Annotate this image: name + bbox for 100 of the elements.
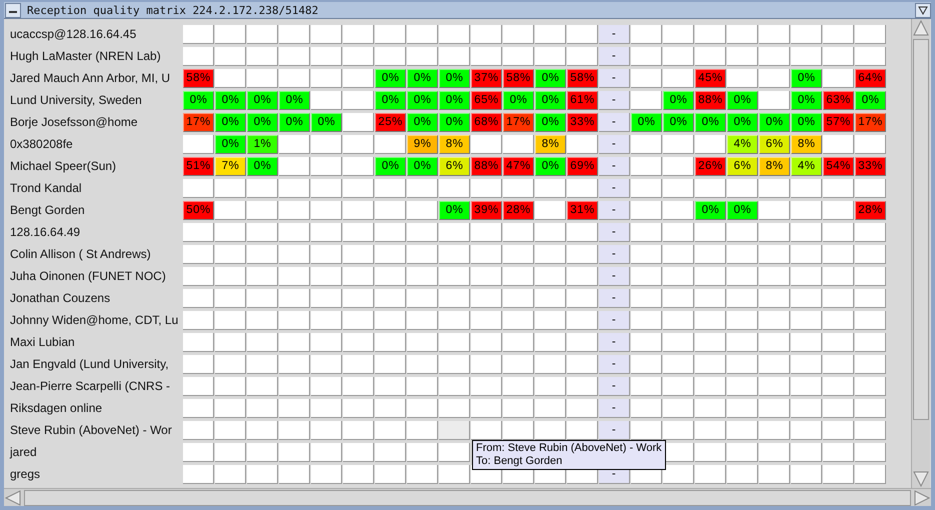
quality-cell: 1%: [247, 134, 278, 154]
participant-name: Jonathan Couzens: [9, 291, 112, 305]
self-cell: -: [599, 266, 630, 286]
self-cell: -: [599, 288, 630, 308]
participant-name: Riksdagen online: [9, 401, 104, 415]
quality-cell: 0%: [247, 156, 278, 176]
tooltip-text: To: Bengt Gorden: [476, 455, 564, 468]
quality-cell: 0%: [311, 112, 342, 132]
participant-name: Michael Speer(Sun): [9, 159, 118, 173]
quality-cell: 0%: [727, 112, 758, 132]
participant-name: Colin Allison ( St Andrews): [9, 247, 152, 261]
self-cell: -: [599, 178, 630, 198]
quality-cell: 0%: [759, 112, 790, 132]
self-cell: -: [599, 200, 630, 220]
quality-cell: 4%: [791, 156, 822, 176]
quality-cell: 39%: [471, 200, 502, 220]
quality-cell: 61%: [567, 90, 598, 110]
quality-cell: 28%: [855, 200, 886, 220]
quality-cell: 0%: [407, 68, 438, 88]
self-cell: -: [599, 222, 630, 242]
self-cell: -: [599, 376, 630, 396]
quality-cell: 0%: [855, 90, 886, 110]
quality-cell: 0%: [727, 200, 758, 220]
quality-cell: 33%: [567, 112, 598, 132]
quality-cell: 0%: [247, 90, 278, 110]
quality-cell: 58%: [503, 68, 534, 88]
quality-cell: 7%: [215, 156, 246, 176]
self-cell: -: [599, 156, 630, 176]
quality-cell: 0%: [535, 68, 566, 88]
participant-name: Maxi Lubian: [9, 335, 76, 349]
quality-cell: 0%: [215, 112, 246, 132]
participant-name: Steve Rubin (AboveNet) - Wor: [9, 423, 173, 437]
self-cell: -: [599, 112, 630, 132]
quality-cell: 0%: [535, 90, 566, 110]
quality-cell: 0%: [215, 134, 246, 154]
quality-cell: 0%: [503, 90, 534, 110]
quality-cell: 9%: [407, 134, 438, 154]
quality-cell: 57%: [823, 112, 854, 132]
quality-cell: 45%: [695, 68, 726, 88]
quality-cell: 33%: [855, 156, 886, 176]
participant-name: Jared Mauch Ann Arbor, MI, U: [9, 71, 172, 85]
quality-cell: 51%: [183, 156, 214, 176]
quality-cell: 37%: [471, 68, 502, 88]
quality-cell: 0%: [439, 200, 470, 220]
participant-name: Bengt Gorden: [9, 203, 86, 217]
quality-cell: 0%: [727, 90, 758, 110]
quality-cell: 0%: [791, 112, 822, 132]
participant-name: Borje Josefsson@home: [9, 115, 139, 129]
quality-cell: 0%: [215, 90, 246, 110]
quality-cell: 0%: [375, 68, 406, 88]
quality-cell: 69%: [567, 156, 598, 176]
participant-name: 128.16.64.49: [9, 225, 82, 239]
self-cell: -: [599, 46, 630, 66]
tooltip-text: From: Steve Rubin (AboveNet) - Work: [476, 442, 662, 455]
quality-cell: 54%: [823, 156, 854, 176]
self-cell: -: [599, 354, 630, 374]
quality-cell: 0%: [791, 90, 822, 110]
participant-name: Jan Engvald (Lund University,: [9, 357, 170, 371]
quality-cell: 0%: [791, 68, 822, 88]
self-cell: -: [599, 310, 630, 330]
quality-cell: 0%: [695, 112, 726, 132]
quality-cell: 68%: [471, 112, 502, 132]
quality-cell: 58%: [567, 68, 598, 88]
quality-cell: 0%: [279, 90, 310, 110]
quality-cell: 0%: [375, 156, 406, 176]
quality-cell: 0%: [663, 112, 694, 132]
window-title: Reception quality matrix 224.2.172.238/51482: [27, 4, 318, 16]
participant-name: Lund University, Sweden: [9, 93, 143, 107]
quality-cell: 8%: [791, 134, 822, 154]
participant-name: ucaccsp@128.16.64.45: [9, 27, 138, 41]
quality-cell: 0%: [439, 68, 470, 88]
quality-cell: 25%: [375, 112, 406, 132]
self-cell: -: [599, 68, 630, 88]
participant-name: Trond Kandal: [9, 181, 83, 195]
quality-cell: 0%: [631, 112, 662, 132]
participant-name: gregs: [9, 467, 42, 481]
quality-cell: 50%: [183, 200, 214, 220]
self-cell: -: [599, 24, 630, 44]
quality-cell: 0%: [439, 90, 470, 110]
quality-cell: 17%: [503, 112, 534, 132]
quality-cell: 28%: [503, 200, 534, 220]
quality-cell: 58%: [183, 68, 214, 88]
self-cell: -: [599, 90, 630, 110]
quality-cell: 0%: [375, 90, 406, 110]
quality-cell: 6%: [727, 156, 758, 176]
quality-cell: 31%: [567, 200, 598, 220]
quality-cell: 88%: [471, 156, 502, 176]
participant-name: 0x380208fe: [9, 137, 74, 151]
quality-cell: 0%: [535, 156, 566, 176]
quality-cell: 47%: [503, 156, 534, 176]
quality-cell: 0%: [663, 90, 694, 110]
quality-cell: 17%: [183, 112, 214, 132]
self-cell: -: [599, 332, 630, 352]
quality-cell: 26%: [695, 156, 726, 176]
participant-name: Juha Oinonen (FUNET NOC): [9, 269, 167, 283]
quality-cell: 6%: [759, 134, 790, 154]
quality-cell: 0%: [407, 90, 438, 110]
quality-cell: 0%: [407, 156, 438, 176]
quality-cell: 0%: [407, 112, 438, 132]
participant-name: Hugh LaMaster (NREN Lab): [9, 49, 162, 63]
